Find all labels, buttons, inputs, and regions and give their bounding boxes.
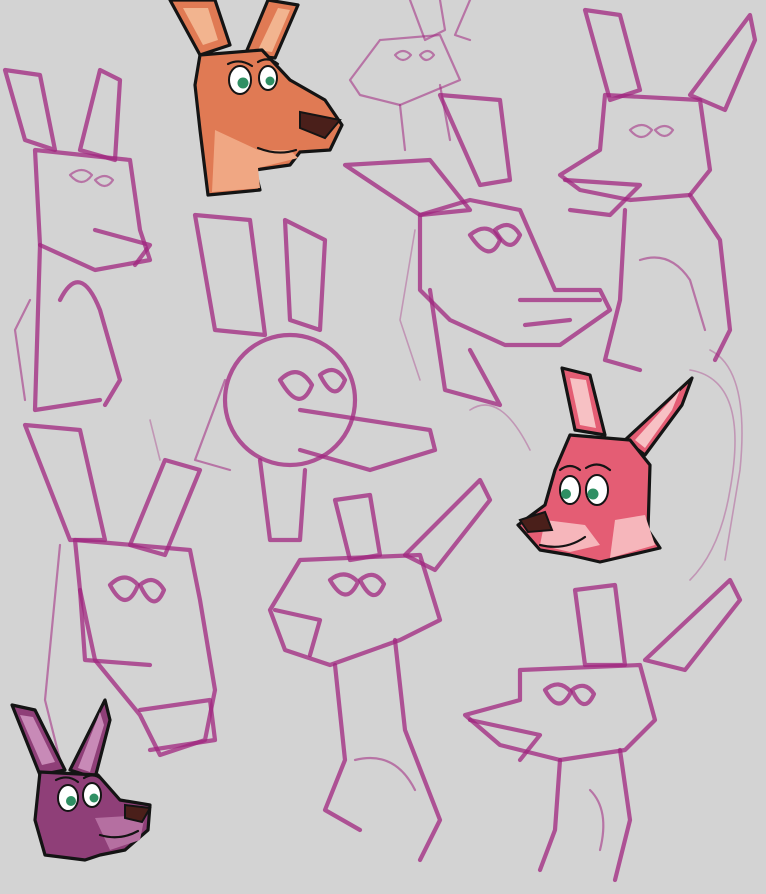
eye-iris-right [265,76,275,86]
eye-iris-left [237,77,249,89]
eye-iris-right [89,793,99,803]
colored-head-pink [516,366,694,564]
sketch-kangaroo-6 [22,422,218,762]
nose [518,510,554,534]
sketch-kangaroo-5 [192,212,438,543]
eye-iris-left [561,489,571,499]
sketch-kangaroo-8 [462,577,743,883]
sketch-kangaroo-7 [267,477,493,863]
eye-iris-left [66,796,76,806]
colored-head-orange [168,0,344,197]
sketch-canvas [2,0,758,883]
sketch-kangaroo-1 [2,67,153,413]
sketch-kangaroo-2 [348,0,472,152]
colored-head-purple [10,698,152,862]
sketch-kangaroo-3 [342,92,613,408]
eye-iris-right [587,488,599,500]
